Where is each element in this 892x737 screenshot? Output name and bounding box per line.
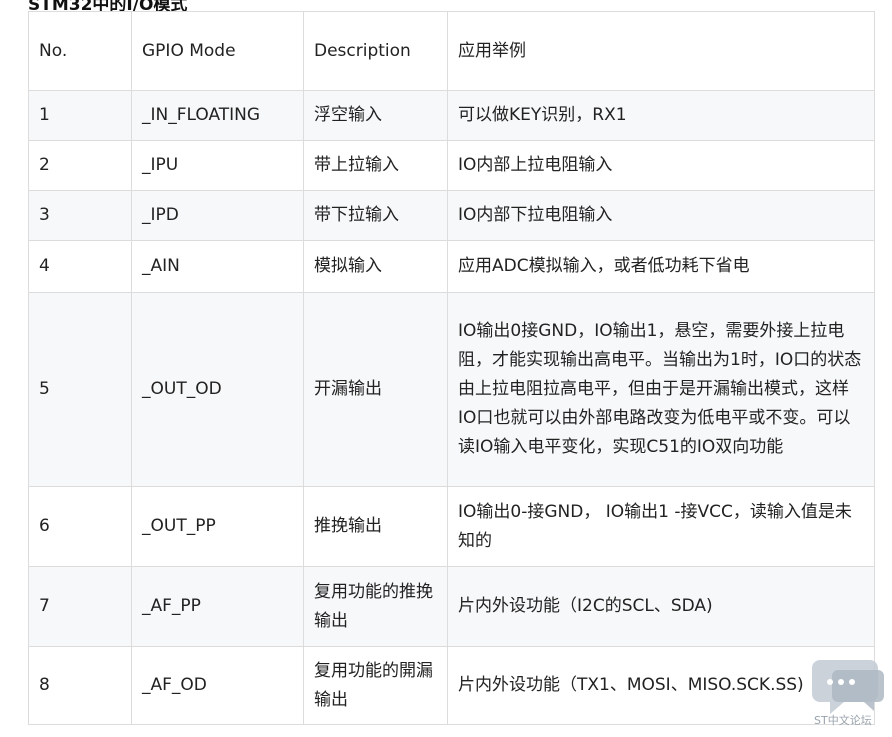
table-row: 7 _AF_PP 复用功能的推挽输出 片内外设功能（I2C的SCL、SDA) bbox=[28, 566, 875, 647]
cell-mode: _AF_PP bbox=[131, 566, 304, 647]
cell-no: 2 bbox=[28, 140, 132, 191]
cell-description: 模拟输入 bbox=[303, 240, 448, 293]
table-header-row: No. GPIO Mode Description 应用举例 bbox=[28, 11, 875, 91]
table-row: 3 _IPD 带下拉输入 IO内部下拉电阻输入 bbox=[28, 190, 875, 241]
cell-mode: _IN_FLOATING bbox=[131, 90, 304, 141]
table-row: 4 _AIN 模拟输入 应用ADC模拟输入，或者低功耗下省电 bbox=[28, 240, 875, 293]
cell-description: 浮空输入 bbox=[303, 90, 448, 141]
table-row: 6 _OUT_PP 推挽输出 IO输出0-接GND， IO输出1 -接VCC，读… bbox=[28, 486, 875, 567]
cell-no: 7 bbox=[28, 566, 132, 647]
cell-description: 复用功能的推挽输出 bbox=[303, 566, 448, 647]
cell-mode: _IPU bbox=[131, 140, 304, 191]
cell-example: 应用ADC模拟输入，或者低功耗下省电 bbox=[447, 240, 875, 293]
cell-no: 5 bbox=[28, 292, 132, 487]
cell-example: IO内部上拉电阻输入 bbox=[447, 140, 875, 191]
cell-mode: _AIN bbox=[131, 240, 304, 293]
header-description: Description bbox=[303, 11, 448, 91]
cell-example: IO输出0-接GND， IO输出1 -接VCC，读输入值是未知的 bbox=[447, 486, 875, 567]
table-row: 5 _OUT_OD 开漏输出 IO输出0接GND，IO输出1，悬空，需要外接上拉… bbox=[28, 292, 875, 487]
cell-description: 推挽输出 bbox=[303, 486, 448, 567]
cell-no: 6 bbox=[28, 486, 132, 567]
gpio-mode-table: No. GPIO Mode Description 应用举例 1 _IN_FLO… bbox=[28, 11, 875, 725]
cell-example: IO输出0接GND，IO输出1，悬空，需要外接上拉电阻，才能实现输出高电平。当输… bbox=[447, 292, 875, 487]
cell-example: 可以做KEY识别，RX1 bbox=[447, 90, 875, 141]
header-no: No. bbox=[28, 11, 132, 91]
cell-no: 3 bbox=[28, 190, 132, 241]
cell-example: 片内外设功能（I2C的SCL、SDA) bbox=[447, 566, 875, 647]
cell-mode: _OUT_PP bbox=[131, 486, 304, 567]
cell-description: 开漏输出 bbox=[303, 292, 448, 487]
header-gpio-mode: GPIO Mode bbox=[131, 11, 304, 91]
cell-mode: _IPD bbox=[131, 190, 304, 241]
table-row: 1 _IN_FLOATING 浮空输入 可以做KEY识别，RX1 bbox=[28, 90, 875, 141]
cell-example: IO内部下拉电阻输入 bbox=[447, 190, 875, 241]
cell-description: 带上拉输入 bbox=[303, 140, 448, 191]
cell-description: 带下拉输入 bbox=[303, 190, 448, 241]
cell-no: 1 bbox=[28, 90, 132, 141]
watermark-text: ST中文论坛 bbox=[814, 714, 872, 727]
cell-mode: _AF_OD bbox=[131, 646, 304, 725]
cell-mode: _OUT_OD bbox=[131, 292, 304, 487]
table-row: 2 _IPU 带上拉输入 IO内部上拉电阻输入 bbox=[28, 140, 875, 191]
cell-description: 复用功能的開漏输出 bbox=[303, 646, 448, 725]
cell-no: 8 bbox=[28, 646, 132, 725]
cell-no: 4 bbox=[28, 240, 132, 293]
header-example: 应用举例 bbox=[447, 11, 875, 91]
table-row: 8 _AF_OD 复用功能的開漏输出 片内外设功能（TX1、MOSI、MISO.… bbox=[28, 646, 875, 725]
